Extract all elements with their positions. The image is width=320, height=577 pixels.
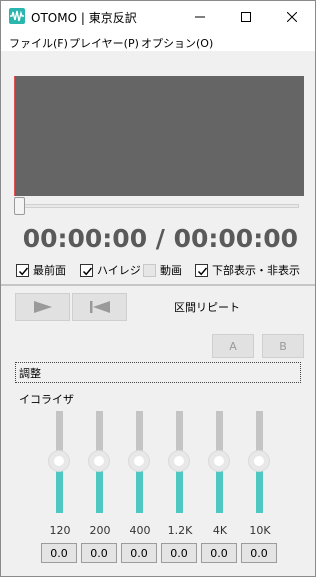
eq-frequency-label: 120 (49, 524, 71, 537)
checkbox-label: ハイレジ (97, 264, 141, 277)
equalizer-label: イコライザ (19, 393, 74, 406)
eq-slider-handle[interactable] (89, 451, 109, 471)
checkbox-hires[interactable]: ハイレジ (80, 262, 141, 278)
eq-gain-value[interactable]: 0.0 (41, 543, 77, 563)
checkbox-toggle-lower[interactable]: 下部表示・非表示 (195, 262, 300, 278)
eq-frequency-label: 1.2K (167, 524, 193, 537)
title-bar[interactable]: OTOMO | 東京反訳 (1, 1, 315, 32)
eq-slider-handle[interactable] (209, 451, 229, 471)
player-options: 最前面 ハイレジ 動画 下部表示・非表示 (16, 262, 315, 278)
checkmark-icon (82, 267, 93, 275)
eq-slider-handle[interactable] (49, 451, 69, 471)
eq-band-120: 120 0.0 (41, 411, 81, 571)
eq-slider-track[interactable] (176, 411, 183, 451)
eq-frequency-label: 200 (89, 524, 111, 537)
eq-frequency-label: 10K (249, 524, 271, 537)
eq-band-400: 400 0.0 (121, 411, 161, 571)
seek-handle[interactable] (14, 197, 25, 215)
lower-panel: 区間リピート A B 調整 イコライザ 120 0.0 200 0.0 400 … (1, 286, 315, 576)
eq-band-200: 200 0.0 (81, 411, 121, 571)
eq-slider-fill[interactable] (136, 471, 143, 513)
menu-player[interactable]: プレイヤー(P) (69, 35, 139, 51)
menu-file[interactable]: ファイル(F) (9, 35, 68, 51)
eq-slider-fill[interactable] (216, 471, 223, 513)
menu-bar: ファイル(F) プレイヤー(P) オプション(O) (1, 32, 315, 52)
eq-slider-fill[interactable] (256, 471, 263, 513)
eq-gain-value[interactable]: 0.0 (161, 543, 197, 563)
rewind-button[interactable] (72, 293, 127, 321)
eq-slider-track[interactable] (56, 411, 63, 451)
eq-slider-track[interactable] (256, 411, 263, 451)
app-window: OTOMO | 東京反訳 ファイル(F) プレイヤー(P) オプション(O) 0… (0, 0, 316, 577)
minimize-button[interactable] (177, 1, 223, 32)
play-icon (33, 301, 52, 313)
eq-gain-value[interactable]: 0.0 (121, 543, 157, 563)
checkmark-icon (197, 267, 208, 275)
checkbox-label: 最前面 (33, 264, 66, 277)
checkbox-box (143, 263, 156, 277)
repeat-a-button[interactable]: A (212, 334, 254, 358)
checkbox-label: 動画 (160, 264, 182, 277)
minimize-icon (195, 16, 205, 17)
adjust-label: 調整 (19, 367, 41, 380)
eq-slider-track[interactable] (216, 411, 223, 451)
close-button[interactable] (269, 1, 315, 32)
eq-band-4k: 4K 0.0 (201, 411, 241, 571)
menu-options[interactable]: オプション(O) (141, 35, 213, 51)
eq-band-1-2k: 1.2K 0.0 (161, 411, 201, 571)
window-title: OTOMO | 東京反訳 (31, 11, 137, 25)
maximize-button[interactable] (223, 1, 269, 32)
checkbox-video: 動画 (143, 262, 182, 278)
checkbox-topmost[interactable]: 最前面 (16, 262, 66, 278)
eq-slider-track[interactable] (96, 411, 103, 451)
eq-slider-fill[interactable] (56, 471, 63, 513)
maximize-icon (241, 11, 251, 22)
checkbox-box[interactable] (195, 263, 208, 277)
section-repeat-label: 区間リピート (174, 301, 240, 314)
eq-frequency-label: 400 (129, 524, 151, 537)
player-panel: 00:00:00 / 00:00:00 最前面 ハイレジ 動画 下部表示・非表示 (1, 52, 315, 284)
eq-slider-handle[interactable] (169, 451, 189, 471)
eq-band-10k: 10K 0.0 (241, 411, 281, 571)
eq-slider-fill[interactable] (96, 471, 103, 513)
checkbox-box[interactable] (16, 263, 29, 277)
eq-gain-value[interactable]: 0.0 (241, 543, 277, 563)
time-display: 00:00:00 / 00:00:00 (22, 224, 298, 253)
adjust-group[interactable]: 調整 (15, 362, 301, 383)
eq-gain-value[interactable]: 0.0 (81, 543, 117, 563)
waveform-icon (9, 8, 25, 24)
close-icon (287, 11, 297, 22)
eq-slider-handle[interactable] (129, 451, 149, 471)
checkbox-box[interactable] (80, 263, 93, 277)
eq-slider-handle[interactable] (249, 451, 269, 471)
seek-bar[interactable] (15, 204, 299, 208)
eq-slider-fill[interactable] (176, 471, 183, 513)
eq-gain-value[interactable]: 0.0 (201, 543, 237, 563)
skip-to-start-icon (89, 301, 110, 313)
play-button[interactable] (15, 293, 70, 321)
eq-frequency-label: 4K (212, 524, 228, 537)
checkbox-label: 下部表示・非表示 (212, 264, 300, 277)
checkmark-icon (18, 267, 29, 275)
repeat-b-button[interactable]: B (262, 334, 304, 358)
video-display (14, 76, 304, 196)
eq-slider-track[interactable] (136, 411, 143, 451)
